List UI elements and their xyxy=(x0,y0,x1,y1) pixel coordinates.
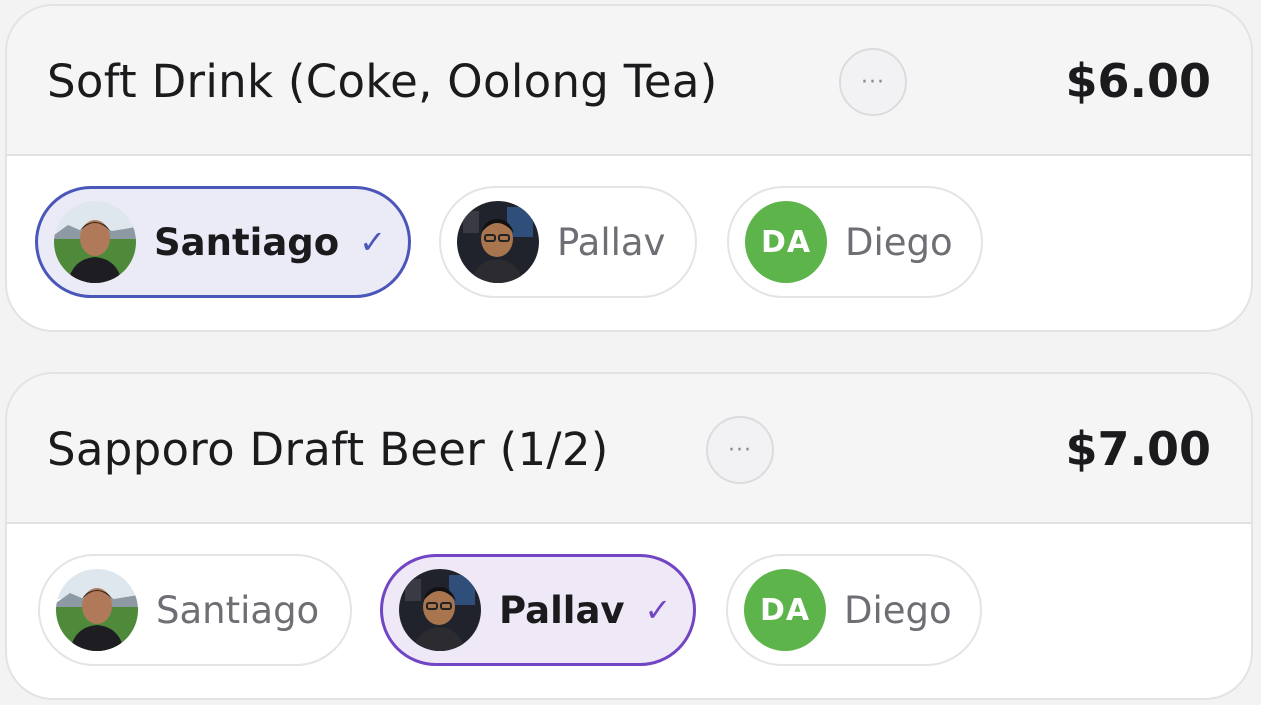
person-chip-pallav[interactable]: Pallav xyxy=(439,186,697,298)
avatar xyxy=(457,201,539,283)
avatar xyxy=(56,569,138,651)
item-header: Sapporo Draft Beer (1/2) ··· $7.00 xyxy=(7,374,1251,524)
person-name: Pallav xyxy=(557,220,666,264)
person-name: Diego xyxy=(844,588,952,632)
initials-avatar: DA xyxy=(745,201,827,283)
more-icon: ··· xyxy=(728,437,752,463)
person-name: Diego xyxy=(845,220,953,264)
item-price: $7.00 xyxy=(1065,422,1211,476)
item-price: $6.00 xyxy=(1065,54,1211,108)
avatar xyxy=(399,569,481,651)
item-name: Sapporo Draft Beer (1/2) xyxy=(47,422,609,476)
item-header: Soft Drink (Coke, Oolong Tea) ··· $6.00 xyxy=(7,6,1251,156)
item-card: Soft Drink (Coke, Oolong Tea) ··· $6.00 … xyxy=(5,4,1253,332)
more-icon: ··· xyxy=(861,69,885,95)
person-name: Santiago xyxy=(154,220,340,264)
person-chip-list: Santiago Pallav ✓ DA Diego xyxy=(7,554,1251,672)
person-chip-diego[interactable]: DA Diego xyxy=(727,186,983,298)
person-chip-pallav[interactable]: Pallav ✓ xyxy=(380,554,696,666)
item-card: Sapporo Draft Beer (1/2) ··· $7.00 Santi… xyxy=(5,372,1253,700)
check-icon: ✓ xyxy=(359,223,387,261)
item-name: Soft Drink (Coke, Oolong Tea) xyxy=(47,54,718,108)
person-chip-santiago[interactable]: Santiago xyxy=(38,554,352,666)
person-name: Santiago xyxy=(156,588,320,632)
person-chip-diego[interactable]: DA Diego xyxy=(726,554,982,666)
initials-avatar: DA xyxy=(744,569,826,651)
person-name: Pallav xyxy=(499,588,625,632)
person-chip-list: Santiago ✓ Pallav DA Diego xyxy=(7,186,1251,304)
check-icon: ✓ xyxy=(644,591,672,629)
more-options-button[interactable]: ··· xyxy=(706,416,774,484)
person-chip-santiago[interactable]: Santiago ✓ xyxy=(35,186,411,298)
more-options-button[interactable]: ··· xyxy=(839,48,907,116)
avatar xyxy=(54,201,136,283)
